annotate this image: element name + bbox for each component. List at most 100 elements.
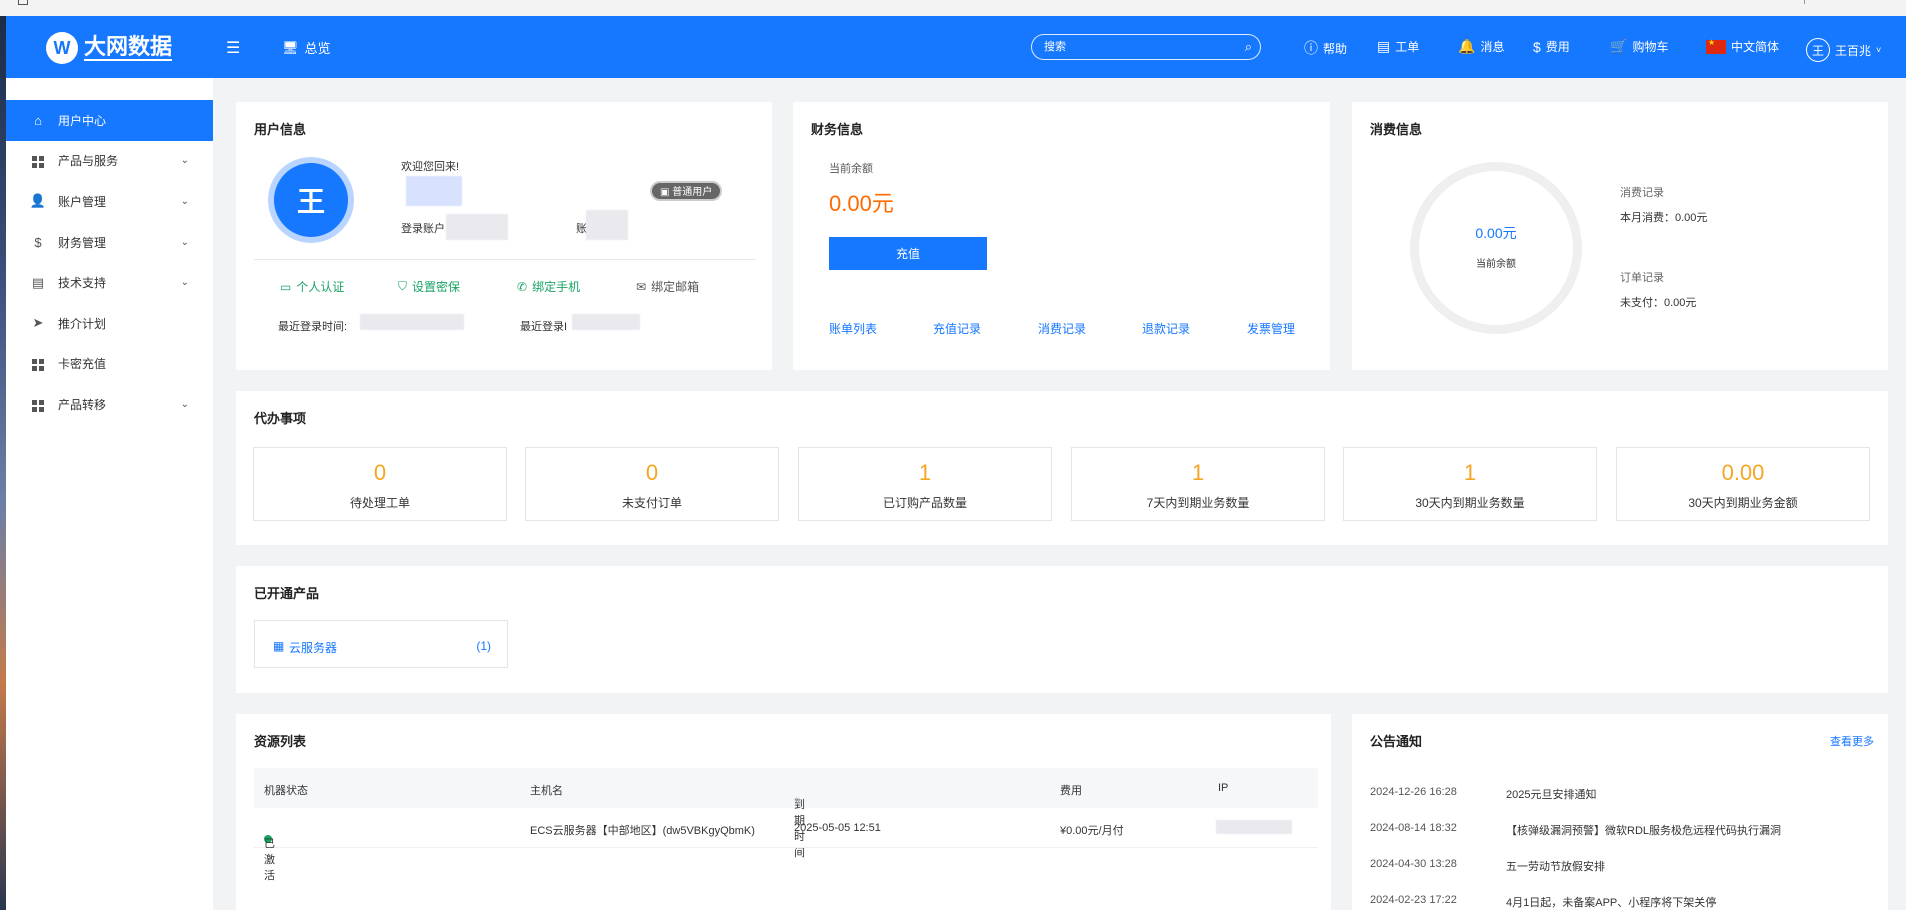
sidebar-item-label: 账户管理 [58,194,107,209]
notice-item[interactable]: 2024-02-23 17:22 4月1日起，未备案APP、小程序将下架关停 [1370,894,1716,910]
consume-record-link[interactable]: 消费记录 [1038,320,1086,337]
nav-cart[interactable]: 🛒 购物车 [1610,38,1668,55]
todo-item-expire-30d[interactable]: 1 30天内到期业务数量 [1343,447,1597,521]
personal-auth-link[interactable]: ▭ 个人认证 [280,278,344,295]
todo-value: 1 [918,460,932,485]
invoice-manage-link[interactable]: 发票管理 [1247,320,1295,337]
order-record-value: 未支付：0.00元 [1620,297,1697,309]
nav-fee[interactable]: $ 费用 [1533,38,1570,55]
products-title: 已开通产品 [254,586,320,601]
sidebar-item-finance[interactable]: $ 财务管理 ⌄ [6,222,213,263]
id-card-icon: ▭ [280,279,292,294]
notices-card: 公告通知 查看更多 2024-12-26 16:28 2025元旦安排通知 202… [1352,714,1888,910]
sidebar-item-referral[interactable]: ➤ 推介计划 [6,303,213,344]
todo-label: 30天内到期业务金额 [1688,496,1798,510]
consumption-card: 消费信息 0.00元 当前余额 消费记录 本月消费：0.00元 订单记录 未支付… [1352,102,1888,370]
bill-list-link[interactable]: 账单列表 [829,320,877,337]
col-fee: 费用 [1060,785,1082,797]
host-cell[interactable]: ECS云服务器【中部地区】(dw5VBKgyQbmK) [530,822,755,838]
chevron-down-icon: ⌄ [180,277,189,289]
sidebar-item-account[interactable]: 👤 账户管理 ⌄ [6,181,213,222]
sidebar-item-products[interactable]: 产品与服务 ⌄ [6,141,213,182]
col-status: 机器状态 [264,785,308,797]
user-icon: 👤 [29,193,47,209]
nav-message[interactable]: 🔔 消息 [1458,38,1504,55]
sort-icon: ⇅ [794,796,802,806]
user-avatar-large: 王 [268,157,354,243]
overview-label: 总览 [304,41,331,56]
user-card-icon: ▣ [660,187,673,198]
finance-card: 财务信息 当前余额 0.00元 充值 账单列表 充值记录 消费记录 退款记录 发… [793,102,1330,370]
notice-item[interactable]: 2024-08-14 18:32 【核弹级漏洞预警】微软RDL服务极危远程代码执行… [1370,822,1781,838]
todo-label: 未支付订单 [621,496,682,510]
redacted-account [446,214,508,240]
chevron-down-icon: ⌄ [180,195,189,207]
search-input[interactable] [1044,39,1224,55]
user-avatar: 王 [1806,38,1830,62]
nav-cart-label: 购物车 [1632,40,1669,54]
language-switch[interactable]: 中文简体 [1706,38,1779,55]
auth-label: 绑定邮箱 [651,280,700,294]
sidebar-item-support[interactable]: ▤ 技术支持 ⌄ [6,262,213,303]
monitor-icon: 🖥 [282,39,299,55]
send-icon: ➤ [32,315,44,331]
overview-link[interactable]: 🖥 总览 [282,38,331,57]
bind-email-link[interactable]: ✉ 绑定邮箱 [636,278,699,295]
product-cloud-server[interactable]: ▦ 云服务器 (1) [254,620,508,668]
todo-item-pending-tickets[interactable]: 0 待处理工单 [253,447,507,521]
sidebar-item-label: 财务管理 [58,235,107,250]
menu-collapse-icon[interactable]: ☰ [226,38,240,58]
notice-date: 2024-02-23 17:22 [1370,894,1457,906]
notice-item[interactable]: 2024-12-26 16:28 2025元旦安排通知 [1370,786,1596,802]
bell-icon: 🔔 [1458,38,1476,54]
cart-icon: 🛒 [1610,38,1628,54]
todo-label: 7天内到期业务数量 [1146,496,1250,510]
table-row[interactable]: 已激活 ECS云服务器【中部地区】(dw5VBKgyQbmK) 2025-05-… [254,808,1318,882]
last-login-ip-label: 最近登录I [520,321,568,333]
top-header: W 大网数据 ☰ 🖥 总览 ⌕ ⓘ 帮助 ▤ 工单 🔔 消息 $ 费用 🛒 购物车 中文简… [6,16,1906,78]
sidebar-item-label: 技术支持 [58,276,107,291]
security-question-link[interactable]: ⛉ 设置密保 [398,278,460,295]
notice-item[interactable]: 2024-04-30 13:28 五一劳动节放假安排 [1370,858,1605,874]
bind-phone-link[interactable]: ✆ 绑定手机 [517,278,580,295]
refund-record-link[interactable]: 退款记录 [1142,320,1190,337]
user-info-card: 用户信息 王 欢迎您回来! 登录账户 账 ▣ 普通用户 ▭ 个人认证 ⛉ 设置密保 … [236,102,772,370]
todo-item-expire-amount[interactable]: 0.00 30天内到期业务金额 [1616,447,1870,521]
sidebar-item-user-center[interactable]: ⌂ 用户中心 [6,100,213,141]
auth-label: 绑定手机 [532,280,581,294]
recharge-record-link[interactable]: 充值记录 [933,320,981,337]
todo-item-ordered-products[interactable]: 1 已订购产品数量 [798,447,1052,521]
sidebar-item-card-recharge[interactable]: 卡密充值 [6,344,213,385]
view-more-link[interactable]: 查看更多 [1830,733,1874,749]
user-menu[interactable]: 王王百兆 ˅ [1806,38,1881,62]
balance-ring: 0.00元 当前余额 [1410,162,1582,334]
todo-title: 代办事项 [254,411,307,426]
nav-ticket[interactable]: ▤ 工单 [1377,38,1419,55]
todo-label: 已订购产品数量 [882,496,967,510]
search-box[interactable]: ⌕ [1031,34,1261,60]
recharge-button[interactable]: 充值 [829,237,987,270]
logo-text: 大网数据 [84,34,173,61]
redacted-login-ip [572,314,640,330]
user-type-label: 普通用户 [672,187,713,198]
search-icon[interactable]: ⌕ [1245,39,1252,55]
sidebar-item-transfer[interactable]: 产品转移 ⌄ [6,384,213,425]
help-icon: ⓘ [1304,40,1318,56]
chevron-down-icon: ⌄ [180,236,189,248]
ticket-icon: ▤ [1377,38,1391,54]
consume-record-value: 本月消费：0.00元 [1620,212,1708,224]
mail-icon: ✉ [636,279,647,294]
nav-help[interactable]: ⓘ 帮助 [1304,38,1347,58]
user-info-title: 用户信息 [254,122,307,137]
china-flag-icon [1706,38,1726,54]
todo-item-expire-7d[interactable]: 1 7天内到期业务数量 [1071,447,1325,521]
chevron-down-icon: ˅ [1876,45,1882,55]
dollar-icon: $ [1533,38,1541,55]
grid-icon [28,397,48,412]
col-ip: IP [1218,782,1229,794]
sidebar-item-label: 产品与服务 [58,154,119,169]
dollar-icon: $ [34,234,42,250]
todo-item-unpaid-orders[interactable]: 0 未支付订单 [525,447,779,521]
logo[interactable]: W 大网数据 [46,32,173,64]
fee-cell: ¥0.00元/月付 [1060,825,1124,837]
